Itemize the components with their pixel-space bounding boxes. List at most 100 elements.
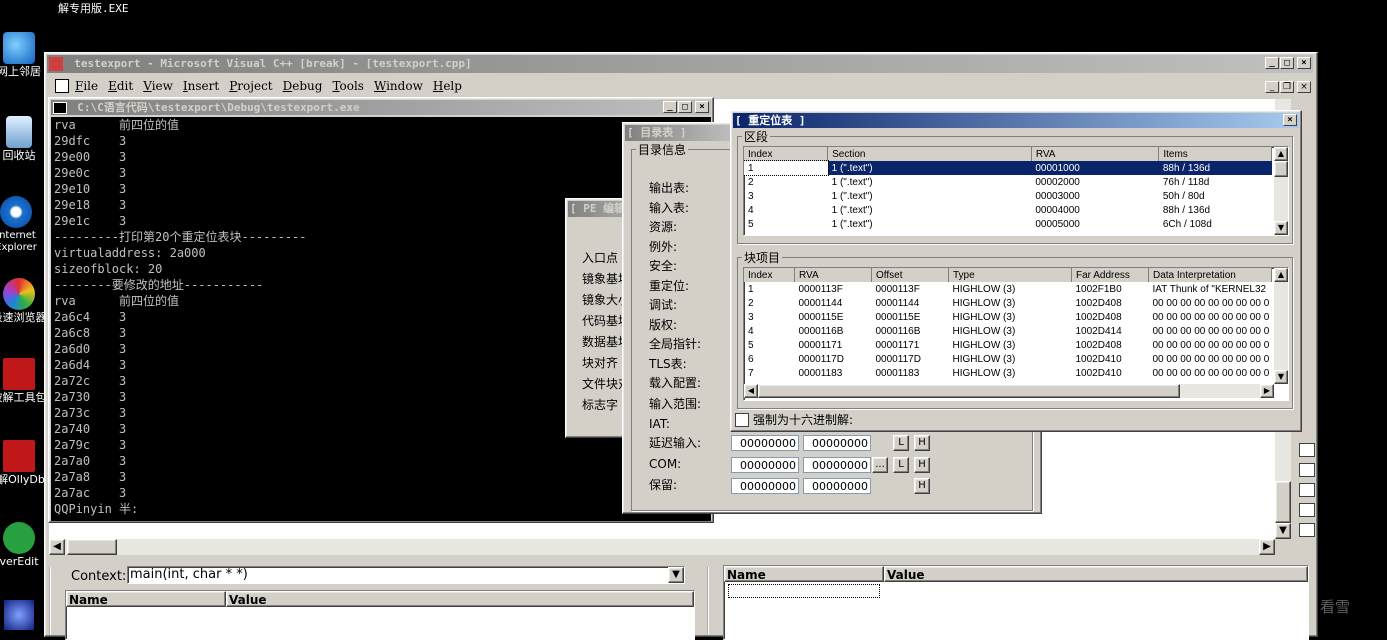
table-row[interactable]: 4 1 (".text") 00004000 88h / 136d: [744, 203, 1272, 217]
pane-gripper: [707, 567, 715, 635]
console-maximize-button[interactable]: □: [678, 101, 692, 113]
menu-help[interactable]: Help: [433, 79, 462, 97]
chevron-down-icon[interactable]: ▼: [668, 567, 684, 583]
col-index[interactable]: Index: [744, 268, 795, 282]
context-dropdown[interactable]: main(int, char * *) ▼: [127, 566, 685, 584]
menu-tools[interactable]: Tools: [332, 79, 364, 97]
menu-debug[interactable]: Debug: [283, 79, 323, 97]
scroll-down-button[interactable]: ▼: [1274, 370, 1288, 384]
table-row[interactable]: 7 00001183 00001183 HIGHLOW (3) 1002D410 00 0…: [744, 366, 1272, 380]
block-group-label: 块项目: [742, 249, 783, 266]
doc-minimize-button[interactable]: _: [1265, 81, 1279, 93]
scroll-up-button[interactable]: ▲: [1274, 268, 1288, 282]
delay-import-size-field[interactable]: 00000000: [803, 435, 871, 451]
maximize-button[interactable]: □: [1280, 57, 1294, 69]
console-close-button[interactable]: ×: [695, 101, 709, 113]
menu-view[interactable]: View: [143, 79, 173, 97]
table-row[interactable]: 5 00001171 00001171 HIGHLOW (3) 1002D408 00 0…: [744, 338, 1272, 352]
console-line: 2a79c 3: [54, 438, 127, 452]
block-horizontal-scrollbar[interactable]: ◀ ▶: [744, 384, 1274, 398]
minimize-button[interactable]: _: [1265, 57, 1279, 69]
delay-import-l-button[interactable]: L: [893, 435, 909, 451]
section-scroll-thumb[interactable]: [1274, 161, 1288, 177]
col-section[interactable]: Section: [827, 147, 1032, 161]
cell: 1002F1B0: [1075, 283, 1122, 295]
com-h-button[interactable]: H: [914, 457, 930, 473]
com-l-button[interactable]: L: [893, 457, 909, 473]
watch-header-name[interactable]: Name: [724, 566, 884, 582]
vc-title-bar[interactable]: testexport - Microsoft Visual C++ [break…: [47, 55, 1313, 73]
menu-window[interactable]: Window: [374, 79, 423, 97]
table-row[interactable]: 2 00001144 00001144 HIGHLOW (3) 1002D408 00 0…: [744, 296, 1272, 310]
toolbar-button-variables[interactable]: [1299, 523, 1315, 537]
com-size-field[interactable]: 00000000: [803, 457, 871, 473]
col-offset[interactable]: Offset: [871, 268, 949, 282]
reserved-rva-field[interactable]: 00000000: [731, 478, 799, 494]
doc-restore-button[interactable]: ❐: [1280, 81, 1294, 93]
section-scrollbar[interactable]: ▲ ▼: [1274, 147, 1288, 235]
col-far-address[interactable]: Far Address: [1071, 268, 1149, 282]
menu-project[interactable]: Project: [229, 79, 272, 97]
console-minimize-button[interactable]: _: [663, 101, 677, 113]
relocation-title-bar[interactable]: [ 重定位表 ] ×: [733, 113, 1299, 128]
delay-import-rva-field[interactable]: 00000000: [731, 435, 799, 451]
doc-close-button[interactable]: ×: [1297, 81, 1311, 93]
table-row[interactable]: 3 1 (".text") 00003000 50h / 80d: [744, 189, 1272, 203]
com-rva-field[interactable]: 00000000: [731, 457, 799, 473]
block-list[interactable]: Index RVA Offset Type Far Address Data I…: [743, 267, 1289, 401]
reserved-size-field[interactable]: 00000000: [803, 478, 871, 494]
editor-horizontal-scrollbar[interactable]: ◀ ▶: [49, 539, 1275, 555]
force-hex-checkbox[interactable]: [735, 413, 749, 427]
cell: 00001171: [798, 339, 843, 351]
menu-edit[interactable]: Edit: [108, 79, 133, 97]
table-row[interactable]: 3 0000115E 0000115E HIGHLOW (3) 1002D408 00 0…: [744, 310, 1272, 324]
directory-table-title-bar[interactable]: [ 目录表 ]: [625, 125, 735, 141]
section-list[interactable]: Index Section RVA Items 1 1 (".text") 00…: [743, 146, 1289, 236]
table-row[interactable]: 4 0000116B 0000116B HIGHLOW (3) 1002D414 00 0…: [744, 324, 1272, 338]
watch-new-entry[interactable]: [728, 584, 880, 598]
pe-editor-title: [ PE 编辑: [570, 202, 626, 215]
desktop-icon-ie[interactable]: Internet Explorer: [0, 196, 46, 254]
editor-hscroll-thumb[interactable]: [67, 539, 117, 555]
com-browse-button[interactable]: ...: [872, 457, 888, 473]
table-row[interactable]: 6 0000117D 0000117D HIGHLOW (3) 1002D410 00 0…: [744, 352, 1272, 366]
vars-header-name[interactable]: Name: [66, 591, 226, 607]
cell: 00001183: [798, 367, 843, 379]
table-row[interactable]: 1 0000113F 0000113F HIGHLOW (3) 1002F1B0 IAT …: [744, 282, 1272, 296]
menu-file[interactable]: File: [75, 79, 98, 97]
toolbar-button-registers[interactable]: [1299, 443, 1315, 457]
toolbar-button-memory[interactable]: [1299, 463, 1315, 477]
scroll-right-button[interactable]: ▶: [1259, 539, 1275, 555]
reserved-h-button[interactable]: H: [914, 478, 930, 494]
col-rva[interactable]: RVA: [1031, 147, 1160, 161]
vars-header-value[interactable]: Value: [226, 591, 694, 607]
editor-scroll-thumb[interactable]: [1275, 481, 1291, 523]
relocation-close-button[interactable]: ×: [1283, 114, 1297, 126]
scroll-up-button[interactable]: ▲: [1274, 147, 1288, 161]
col-rva[interactable]: RVA: [794, 268, 872, 282]
toolbar-button-callstack[interactable]: [1299, 483, 1315, 497]
console-title-bar[interactable]: C:\C语言代码\testexport\Debug\testexport.exe…: [51, 100, 711, 115]
col-data-interpretation[interactable]: Data Interpretation: [1148, 268, 1272, 282]
close-button[interactable]: ×: [1297, 57, 1311, 69]
scroll-down-button[interactable]: ▼: [1274, 221, 1288, 235]
block-vertical-scrollbar[interactable]: ▲ ▼: [1274, 268, 1288, 384]
scroll-left-button[interactable]: ◀: [744, 384, 758, 398]
watch-list[interactable]: Name Value: [723, 565, 1309, 640]
table-row[interactable]: 2 1 (".text") 00002000 76h / 118d: [744, 175, 1272, 189]
scroll-down-button[interactable]: ▼: [1275, 523, 1291, 539]
col-type[interactable]: Type: [948, 268, 1072, 282]
menu-insert[interactable]: Insert: [183, 79, 219, 97]
table-row[interactable]: 1 1 (".text") 00001000 88h / 136d: [744, 160, 1272, 176]
block-hscroll-thumb[interactable]: [758, 384, 1180, 398]
col-items[interactable]: Items: [1158, 147, 1272, 161]
toolbar-button-disassembly[interactable]: [1299, 503, 1315, 517]
delay-import-h-button[interactable]: H: [914, 435, 930, 451]
table-row[interactable]: 5 1 (".text") 00005000 6Ch / 108d: [744, 217, 1272, 231]
scroll-right-button[interactable]: ▶: [1260, 384, 1274, 398]
watch-header-value[interactable]: Value: [884, 566, 1308, 582]
desktop-eye-icon[interactable]: [4, 600, 34, 630]
scroll-left-button[interactable]: ◀: [49, 539, 65, 555]
col-index[interactable]: Index: [744, 147, 829, 161]
variables-list[interactable]: Name Value: [65, 590, 695, 640]
